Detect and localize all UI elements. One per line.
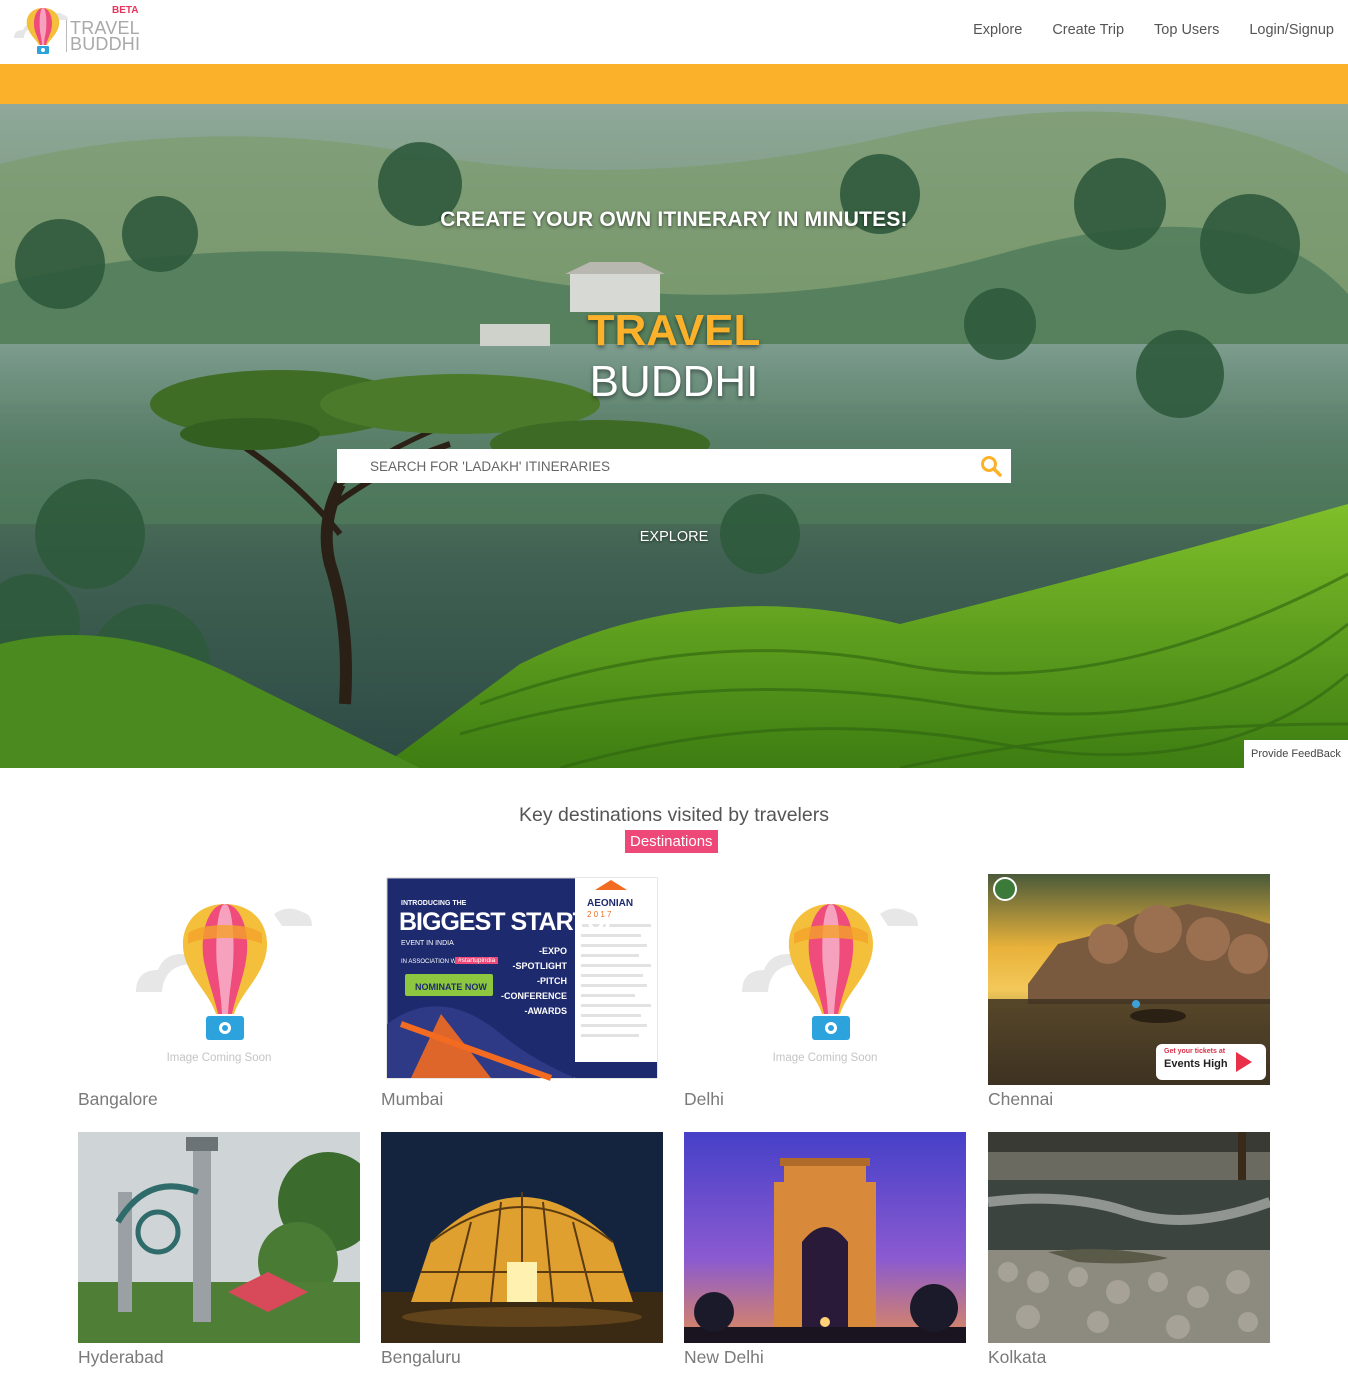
poster-tag: #startupindia: [455, 957, 499, 964]
destination-card[interactable]: Hyderabad: [78, 1132, 360, 1368]
india-gate-dusk-image: [684, 1132, 966, 1343]
destination-image: [988, 1132, 1270, 1343]
search-bar: [337, 449, 1011, 483]
poster-cta: NOMINATE NOW: [415, 982, 487, 992]
events-badge-line2: Events High: [1164, 1058, 1228, 1070]
poster-year: 2 0 1 7: [587, 910, 612, 919]
logo-divider: [66, 20, 67, 52]
site-header: BETA TRAVEL BUDDHI Explore Create Trip T…: [0, 0, 1348, 64]
destination-card[interactable]: Image Coming Soon Delhi: [684, 874, 966, 1110]
poster-items: -EXPO -SPOTLIGHT -PITCH -CONFERENCE -AWA…: [500, 946, 567, 1016]
destination-name[interactable]: Kolkata: [988, 1347, 1270, 1368]
destination-card[interactable]: Kolkata: [988, 1132, 1270, 1368]
destination-image-placeholder: Image Coming Soon: [78, 874, 360, 1085]
destination-name[interactable]: Bangalore: [78, 1089, 360, 1110]
main-nav: Explore Create Trip Top Users Login/Sign…: [973, 22, 1334, 38]
destinations-badge: Destinations: [625, 830, 718, 853]
logo-word-buddhi: BUDDHI: [70, 34, 141, 54]
feedback-button[interactable]: Provide FeedBack: [1244, 740, 1348, 768]
destination-name[interactable]: Mumbai: [381, 1089, 663, 1110]
destinations-heading: Key destinations visited by travelers: [519, 804, 829, 826]
destination-image: [78, 1132, 360, 1343]
accent-bar: [0, 64, 1348, 104]
destination-image: INTRODUCING THE BIGGEST STARTUP EVENT IN…: [381, 874, 663, 1085]
hero-brand-buddhi: BUDDHI: [589, 357, 759, 406]
image-coming-soon-caption: Image Coming Soon: [166, 1052, 272, 1064]
poster-intro: INTRODUCING THE: [401, 900, 467, 907]
destination-card[interactable]: Get your tickets at Events High Chennai: [988, 874, 1270, 1110]
destination-image: [381, 1132, 663, 1343]
destination-card[interactable]: Image Coming Soon Bangalore: [78, 874, 360, 1110]
destination-name[interactable]: Bengaluru: [381, 1347, 663, 1368]
hero-explore: EXPLORE: [0, 528, 1348, 546]
destination-image-placeholder: Image Coming Soon: [684, 874, 966, 1085]
destination-card[interactable]: New Delhi: [684, 1132, 966, 1368]
balloon-logo-icon: [14, 8, 68, 54]
nav-top-users[interactable]: Top Users: [1154, 22, 1219, 38]
tea-plantation-hero-image: [0, 104, 1348, 768]
crocodile-pond-image: [988, 1132, 1270, 1343]
destination-name[interactable]: Hyderabad: [78, 1347, 360, 1368]
monument-towers-image: [78, 1132, 360, 1343]
river-rocks-sunset-image: [988, 874, 1270, 1085]
hero-tagline: CREATE YOUR OWN ITINERARY IN MINUTES!: [440, 208, 908, 231]
destination-card[interactable]: Bengaluru: [381, 1132, 663, 1368]
destination-image: Get your tickets at Events High: [988, 874, 1270, 1085]
image-coming-soon-caption: Image Coming Soon: [772, 1052, 878, 1064]
destination-name[interactable]: New Delhi: [684, 1347, 966, 1368]
explore-button[interactable]: EXPLORE: [640, 529, 709, 545]
hero-banner: CREATE YOUR OWN ITINERARY IN MINUTES! TR…: [0, 104, 1348, 768]
nav-explore[interactable]: Explore: [973, 22, 1022, 38]
destination-name[interactable]: Chennai: [988, 1089, 1270, 1110]
destination-card[interactable]: INTRODUCING THE BIGGEST STARTUP EVENT IN…: [381, 874, 663, 1110]
events-badge-line1: Get your tickets at: [1164, 1048, 1226, 1055]
nav-create-trip[interactable]: Create Trip: [1052, 22, 1124, 38]
glass-house-night-image: [381, 1132, 663, 1343]
site-logo[interactable]: BETA TRAVEL BUDDHI: [12, 4, 152, 58]
poster-brand: AEONIAN: [587, 898, 634, 909]
destination-image: [684, 1132, 966, 1343]
hero-brand-travel: TRAVEL: [587, 306, 761, 355]
nav-login-signup[interactable]: Login/Signup: [1249, 22, 1334, 38]
beta-label: BETA: [112, 5, 139, 16]
poster-sub: EVENT IN INDIA: [401, 940, 454, 947]
search-icon[interactable]: [979, 454, 1003, 478]
search-input[interactable]: [337, 449, 967, 483]
destination-name[interactable]: Delhi: [684, 1089, 966, 1110]
